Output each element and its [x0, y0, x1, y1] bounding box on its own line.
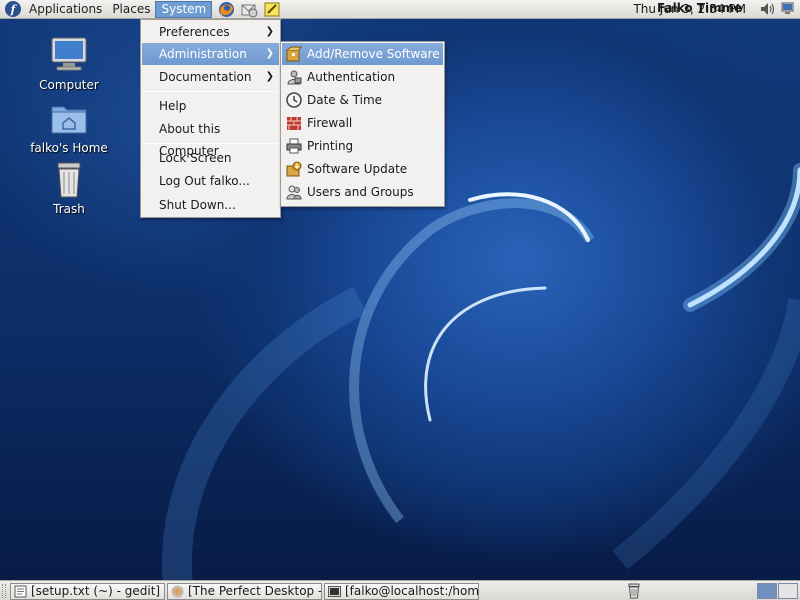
menu-separator: [143, 91, 278, 92]
trash-applet-icon[interactable]: [626, 583, 642, 599]
home-folder-icon: [49, 99, 89, 139]
taskbar-button-gedit[interactable]: [setup.txt (~) - gedit]: [10, 583, 165, 600]
menu-separator: [143, 143, 278, 144]
menu-item-label: Lock Screen: [159, 151, 232, 165]
menu-item-label: Add/Remove Software: [307, 47, 440, 61]
menu-item-label: Authentication: [307, 70, 396, 84]
desktop-icon-label: falko's Home: [30, 141, 108, 155]
taskbar-button-label: [The Perfect Desktop -...: [188, 584, 322, 598]
menu-item-about[interactable]: About this Computer: [142, 118, 279, 158]
desktop-icon-label: Computer: [39, 78, 99, 92]
chevron-right-icon: ❯: [265, 71, 274, 82]
system-menu[interactable]: System: [155, 0, 213, 18]
trash-icon: [49, 160, 89, 200]
menu-item-users-groups[interactable]: Users and Groups: [282, 181, 443, 203]
chevron-right-icon: ❯: [265, 26, 274, 37]
workspace-1[interactable]: [757, 583, 777, 599]
menu-item-software-update[interactable]: Software Update: [282, 158, 443, 180]
package-icon: [286, 46, 302, 62]
menu-item-documentation[interactable]: Documentation ❯: [142, 66, 279, 88]
clock-icon: [286, 92, 302, 108]
panel-handle: [2, 584, 6, 598]
administration-submenu: Add/Remove Software Authentication Date …: [280, 41, 445, 207]
menu-item-label: Administration: [159, 47, 247, 61]
terminal-icon: [328, 585, 341, 598]
menu-item-label: Printing: [307, 139, 354, 153]
desktop-icon-trash[interactable]: Trash: [24, 160, 114, 216]
menu-item-administration[interactable]: Administration ❯: [142, 43, 279, 65]
menu-item-label: Software Update: [307, 162, 408, 176]
menu-item-add-remove-software[interactable]: Add/Remove Software: [282, 43, 443, 65]
mail-launcher-icon[interactable]: [240, 0, 258, 18]
network-icon[interactable]: [780, 1, 796, 17]
menu-item-label: Firewall: [307, 116, 353, 130]
users-icon: [286, 184, 302, 200]
volume-icon[interactable]: [760, 1, 776, 17]
taskbar-button-firefox[interactable]: [The Perfect Desktop -...: [167, 583, 322, 600]
menu-item-date-time[interactable]: Date & Time: [282, 89, 443, 111]
menu-item-label: Shut Down...: [159, 198, 236, 212]
authentication-icon: [286, 69, 302, 85]
notes-launcher-icon[interactable]: [263, 0, 281, 18]
chevron-right-icon: ❯: [265, 48, 274, 59]
taskbar-button-terminal[interactable]: [falko@localhost:/hom...: [324, 583, 479, 600]
menu-item-label: Users and Groups: [307, 185, 414, 199]
menu-item-authentication[interactable]: Authentication: [282, 66, 443, 88]
desktop-icon-home[interactable]: falko's Home: [24, 99, 114, 155]
bottom-panel: [setup.txt (~) - gedit] [The Perfect Des…: [0, 580, 800, 600]
menu-item-label: Log Out falko...: [159, 174, 250, 188]
menu-item-preferences[interactable]: Preferences ❯: [142, 21, 279, 43]
top-panel: f Applications Places System Thu Jun 3, …: [0, 0, 800, 19]
menu-item-help[interactable]: Help: [142, 95, 279, 117]
printer-icon: [286, 138, 302, 154]
desktop-icon-label: Trash: [53, 202, 85, 216]
menu-item-printing[interactable]: Printing: [282, 135, 443, 157]
menu-item-label: Date & Time: [307, 93, 383, 107]
user-name[interactable]: Falko Timme: [657, 1, 742, 15]
menu-item-shut-down[interactable]: Shut Down...: [142, 194, 279, 216]
computer-icon: [49, 36, 89, 76]
desktop-icon-computer[interactable]: Computer: [24, 36, 114, 92]
workspace-2[interactable]: [778, 583, 798, 599]
fedora-logo-icon[interactable]: f: [5, 1, 21, 17]
places-menu[interactable]: Places: [107, 1, 155, 18]
firefox-launcher-icon[interactable]: [217, 0, 235, 18]
applications-menu[interactable]: Applications: [24, 1, 107, 18]
system-dropdown-menu: Preferences ❯ Administration ❯ Documenta…: [140, 19, 281, 218]
taskbar-button-label: [falko@localhost:/hom...: [345, 584, 479, 598]
firewall-icon: [286, 115, 302, 131]
menu-item-label: Documentation: [159, 70, 252, 84]
menu-item-label: Preferences: [159, 25, 230, 39]
taskbar-button-label: [setup.txt (~) - gedit]: [31, 584, 161, 598]
menu-item-lock-screen[interactable]: Lock Screen: [142, 147, 279, 169]
menu-item-firewall[interactable]: Firewall: [282, 112, 443, 134]
gedit-icon: [14, 585, 27, 598]
menu-item-label: Help: [159, 99, 187, 113]
software-update-icon: [286, 161, 302, 177]
menu-item-log-out[interactable]: Log Out falko...: [142, 170, 279, 192]
firefox-icon: [171, 585, 184, 598]
